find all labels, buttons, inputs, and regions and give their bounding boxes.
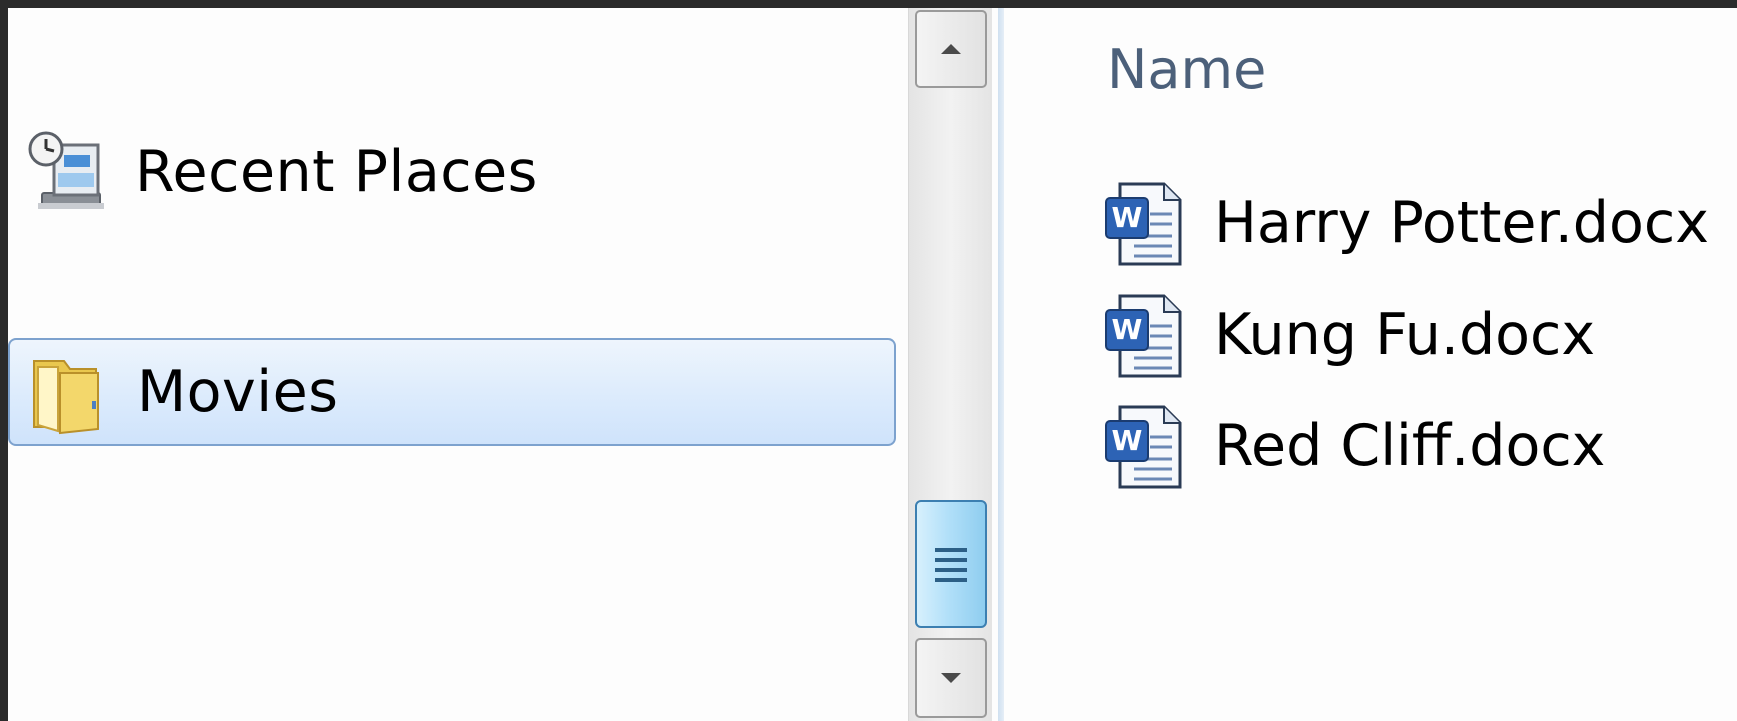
- file-item[interactable]: W Kung Fu.docx: [1104, 290, 1734, 390]
- vertical-scrollbar[interactable]: [908, 8, 992, 721]
- word-document-icon: W: [1105, 182, 1182, 266]
- svg-text:W: W: [1112, 424, 1143, 457]
- scroll-thumb[interactable]: [915, 500, 987, 628]
- recent-places-icon: [28, 131, 104, 209]
- scroll-up-button[interactable]: [915, 10, 987, 88]
- file-item[interactable]: W Harry Potter.docx: [1104, 178, 1734, 278]
- nav-item-movies[interactable]: Movies: [8, 338, 896, 446]
- file-name: Red Cliff.docx: [1214, 413, 1606, 479]
- navigation-pane: Recent Places Movies: [8, 8, 908, 721]
- file-list-pane: Name W Harry Potter.docx W Kung Fu.docx …: [1004, 8, 1737, 721]
- scroll-down-button[interactable]: [915, 638, 987, 718]
- nav-item-recent-places[interactable]: Recent Places: [8, 118, 900, 226]
- arrow-down-icon: [941, 673, 961, 683]
- screen-frame: Recent Places Movies Name W Harry Potter…: [0, 0, 1737, 721]
- nav-item-label: Recent Places: [135, 139, 538, 205]
- grip-icon: [935, 548, 967, 582]
- nav-item-label: Movies: [137, 359, 339, 425]
- explorer-window: Recent Places Movies Name W Harry Potter…: [8, 8, 1737, 721]
- file-name: Kung Fu.docx: [1214, 302, 1596, 368]
- file-name: Harry Potter.docx: [1214, 190, 1709, 256]
- arrow-up-icon: [941, 44, 961, 54]
- column-header-name[interactable]: Name: [1107, 38, 1266, 101]
- word-document-icon: W: [1105, 294, 1182, 378]
- folder-icon: [33, 360, 99, 435]
- word-document-icon: W: [1105, 405, 1182, 489]
- svg-text:W: W: [1112, 313, 1143, 346]
- svg-text:W: W: [1112, 201, 1143, 234]
- file-item[interactable]: W Red Cliff.docx: [1104, 401, 1734, 501]
